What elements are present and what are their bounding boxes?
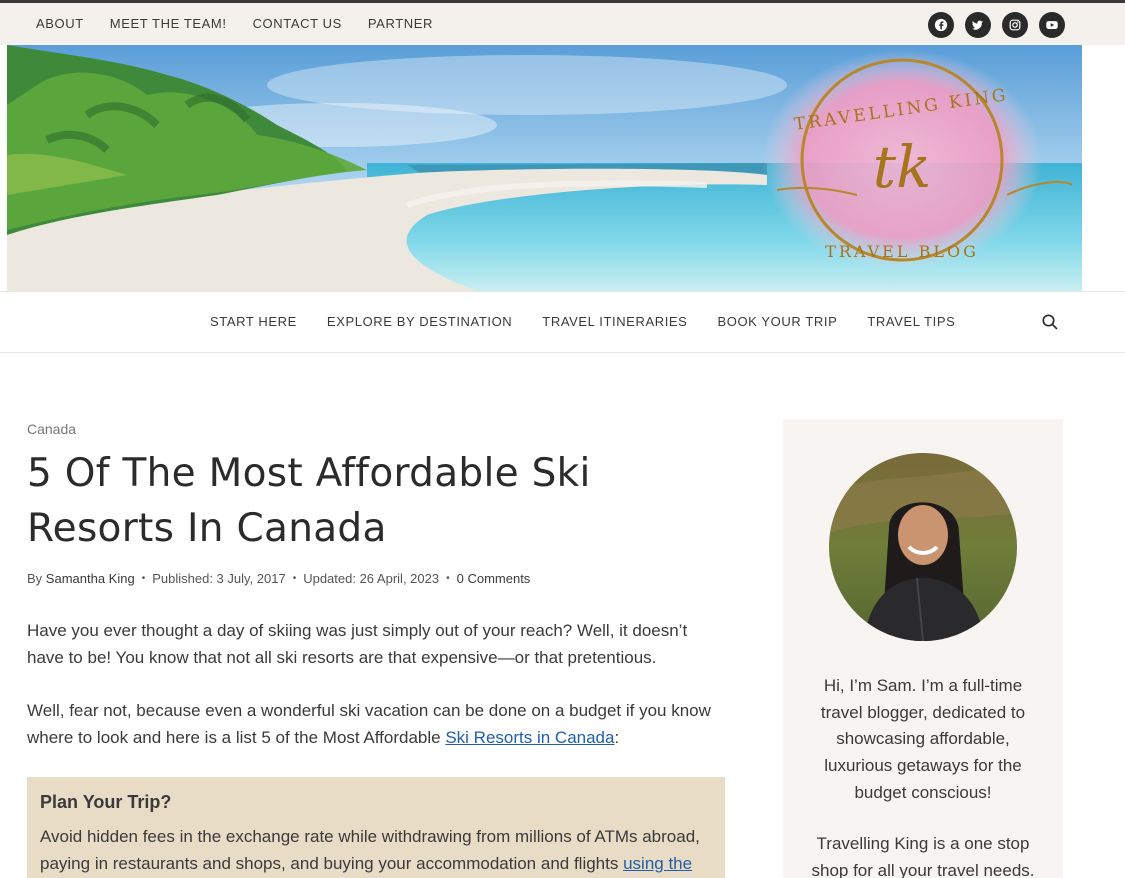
top-nav-partner[interactable]: PARTNER (368, 16, 433, 31)
page-title: 5 Of The Most Affordable Ski Resorts In … (27, 451, 591, 551)
youtube-icon[interactable] (1039, 12, 1065, 38)
intro-paragraph: Have you ever thought a day of skiing wa… (27, 621, 688, 667)
twitter-icon[interactable] (965, 12, 991, 38)
author-link[interactable]: Samantha King (46, 571, 135, 586)
top-nav-contact-us[interactable]: CONTACT US (253, 16, 342, 31)
paragraph-text-end: : (614, 728, 620, 747)
nav-travel-itineraries[interactable]: TRAVEL ITINERARIES (542, 314, 687, 329)
post-meta: By Samantha King • Published: 3 July, 20… (27, 571, 530, 586)
separator-dot: • (446, 573, 450, 584)
top-nav: ABOUT MEET THE TEAM! CONTACT US PARTNER (36, 16, 459, 31)
main-nav: START HERE EXPLORE BY DESTINATION TRAVEL… (0, 291, 1125, 353)
author-bio: Hi, I’m Sam. I’m a full-time travel blog… (820, 676, 1026, 802)
plan-heading: Plan Your Trip? (40, 792, 172, 812)
nav-travel-tips[interactable]: TRAVEL TIPS (867, 314, 955, 329)
top-nav-meet-the-team[interactable]: MEET THE TEAM! (110, 16, 227, 31)
nav-explore-by-destination[interactable]: EXPLORE BY DESTINATION (327, 314, 512, 329)
comments-link[interactable]: 0 Comments (457, 571, 531, 586)
facebook-icon[interactable] (928, 12, 954, 38)
category-link[interactable]: Canada (27, 421, 76, 437)
published-date: Published: 3 July, 2017 (152, 571, 286, 586)
nav-book-your-trip[interactable]: BOOK YOUR TRIP (717, 314, 837, 329)
plan-your-trip-box: Plan Your Trip? Avoid hidden fees in the… (27, 777, 725, 878)
header-banner[interactable]: TRAVELLING KING tk TRAVEL BLOG (7, 45, 1082, 291)
sidebar: Hi, I’m Sam. I’m a full-time travel blog… (783, 419, 1063, 878)
author-bio-2: Travelling King is a one stop shop for a… (811, 834, 1035, 878)
updated-date: Updated: 26 April, 2023 (303, 571, 440, 586)
top-bar: ABOUT MEET THE TEAM! CONTACT US PARTNER (0, 0, 1125, 45)
plan-text: Avoid hidden fees in the exchange rate w… (40, 823, 712, 878)
ski-resorts-link[interactable]: Ski Resorts in Canada (445, 728, 614, 747)
svg-text:tk: tk (873, 133, 931, 201)
second-paragraph: Well, fear not, because even a wonderful… (27, 697, 727, 751)
instagram-icon[interactable] (1002, 12, 1028, 38)
top-nav-about[interactable]: ABOUT (36, 16, 84, 31)
social-links (928, 12, 1065, 38)
search-icon[interactable] (1041, 313, 1059, 331)
separator-dot: • (141, 573, 146, 584)
author-prefix: By (27, 571, 43, 586)
svg-text:TRAVEL BLOG: TRAVEL BLOG (825, 242, 979, 261)
separator-dot: • (292, 573, 297, 584)
beach-illustration: TRAVELLING KING tk TRAVEL BLOG (7, 45, 1082, 291)
author-avatar (829, 453, 1017, 641)
plan-text-body: Avoid hidden fees in the exchange rate w… (40, 827, 700, 873)
nav-start-here[interactable]: START HERE (210, 314, 297, 329)
